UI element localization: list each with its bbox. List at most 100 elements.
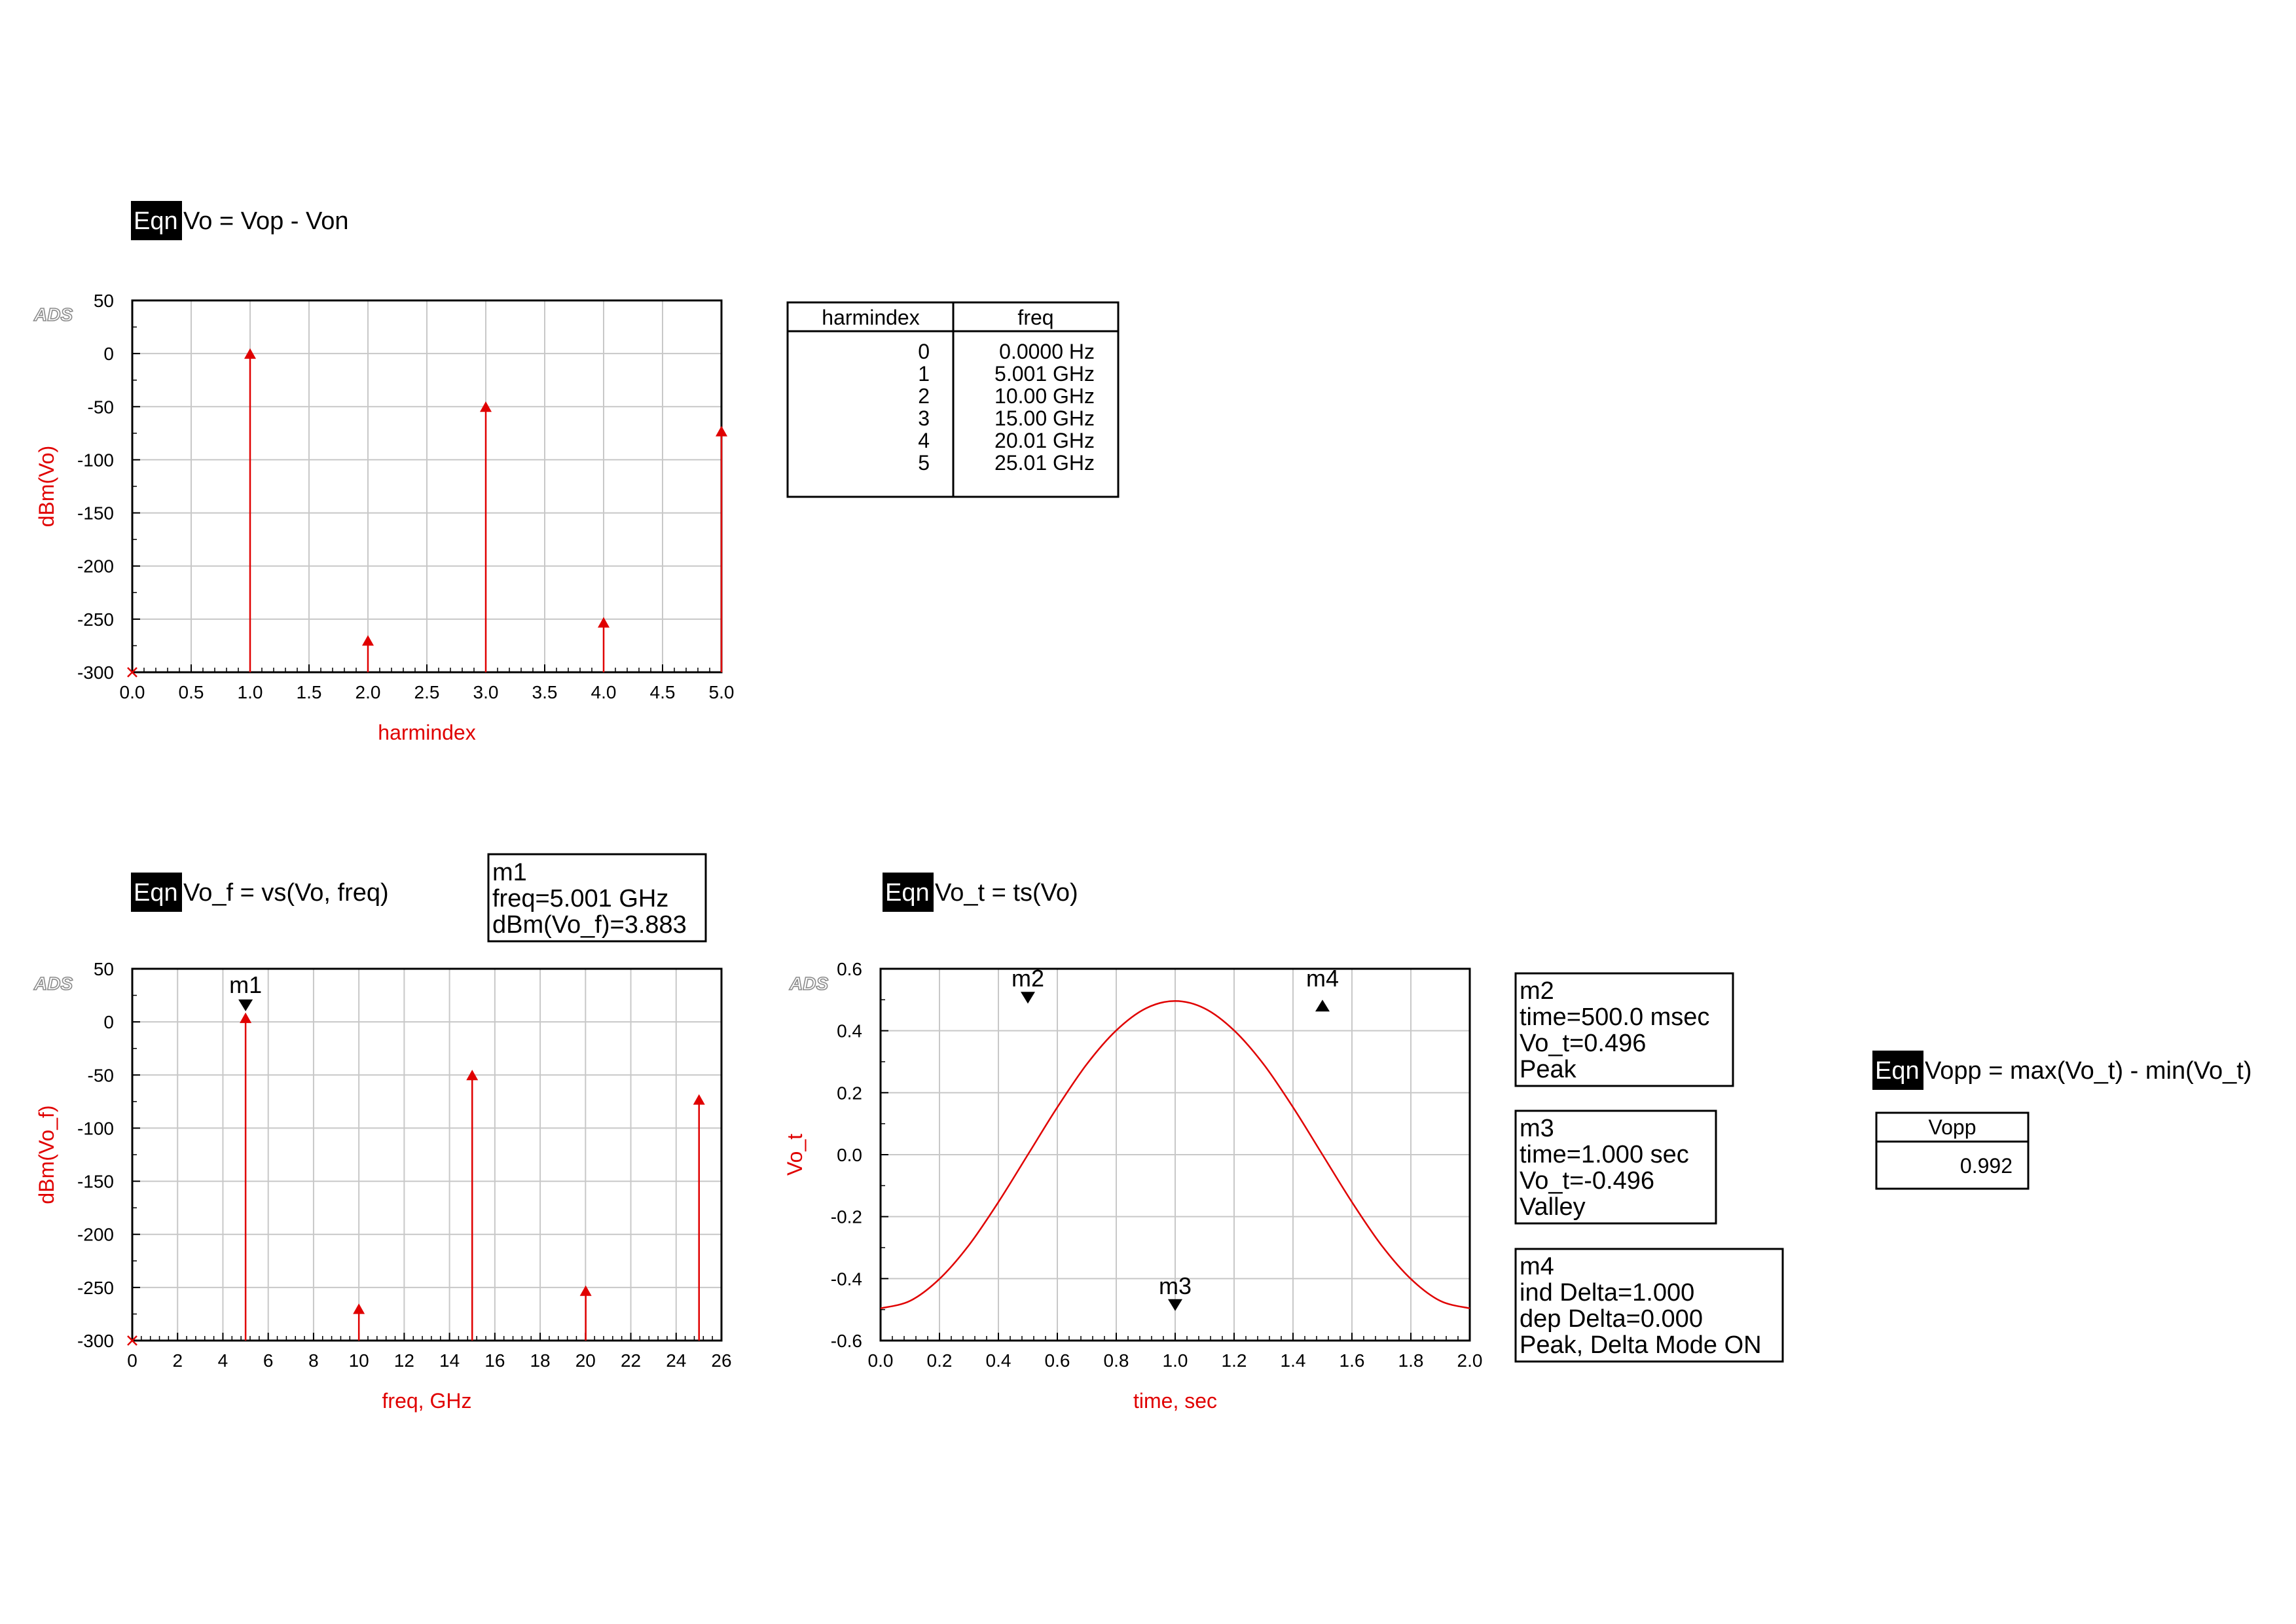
data-point (693, 1094, 705, 1105)
x-tick-label: 0.0 (868, 1350, 894, 1371)
x-tick-label: 3.0 (473, 682, 499, 702)
table-cell-harmindex: 5 (918, 451, 930, 475)
equation-vo-f[interactable]: Eqn Vo_f = vs(Vo, freq) (131, 873, 389, 912)
x-tick-label: 24 (666, 1350, 686, 1371)
x-tick-label: 20 (575, 1350, 596, 1371)
y-tick-label: -100 (77, 1118, 114, 1138)
marker-line: freq=5.001 GHz (492, 885, 668, 912)
table-cell-freq: 0.0000 Hz (999, 340, 1095, 363)
y-tick-label: -300 (77, 662, 114, 683)
x-tick-label: 0.2 (927, 1350, 953, 1371)
y-tick-label: -200 (77, 1225, 114, 1245)
marker-line: m1 (492, 859, 527, 886)
y-tick-label: 50 (94, 291, 114, 311)
display-page: Eqn Vo = Vop - Von Eqn Vo_f = vs(Vo, fre… (33, 201, 2252, 1413)
table-cell-freq: 5.001 GHz (994, 362, 1095, 386)
x-axis-label: harmindex (378, 721, 475, 744)
x-tick-label: 1.0 (1163, 1350, 1188, 1371)
marker-line: m3 (1520, 1115, 1554, 1142)
x-tick-label: 1.4 (1281, 1350, 1306, 1371)
y-tick-label: 0.4 (837, 1021, 862, 1041)
y-tick-label: -200 (77, 556, 114, 577)
x-tick-label: 0.4 (986, 1350, 1011, 1371)
table-cell-harmindex: 4 (918, 429, 930, 452)
marker-line: m4 (1520, 1253, 1554, 1280)
x-tick-label: 2 (172, 1350, 183, 1371)
marker-box-m3[interactable]: m3 time=1.000 sec Vo_t=-0.496 Valley (1514, 1110, 1717, 1225)
x-tick-label: 4.5 (650, 682, 676, 702)
x-tick-label: 26 (711, 1350, 731, 1371)
y-tick-label: 0.6 (837, 959, 862, 979)
data-point (716, 425, 727, 437)
equation-vo-t[interactable]: Eqn Vo_t = ts(Vo) (883, 873, 1078, 912)
vopp-value: 0.992 (1960, 1154, 2013, 1178)
chart-freq-spectrum[interactable]: 0 2 4 6 8 10 12 14 16 18 20 22 24 26500-50-100-150-20… (35, 959, 732, 1413)
x-axis-label: freq, GHz (382, 1389, 472, 1413)
marker-label-m2: m2 (1011, 965, 1044, 992)
marker-label-m3: m3 (1159, 1272, 1192, 1299)
marker-box-m4[interactable]: m4 ind Delta=1.000 dep Delta=0.000 Peak,… (1514, 1248, 1784, 1363)
marker-line: time=500.0 msec (1520, 1003, 1709, 1031)
equation-text: Vo_f = vs(Vo, freq) (183, 879, 389, 907)
y-tick-label: 0 (103, 344, 114, 364)
x-tick-label: 22 (621, 1350, 641, 1371)
chart-harmindex-spectrum[interactable]: 0.0 0.5 1.0 1.5 2.0 2.5 3.0 3.5 4.0 4.5 5.0 50 0 -50 -… (35, 291, 734, 744)
x-tick-label: 0.6 (1045, 1350, 1070, 1371)
equation-vo[interactable]: Eqn Vo = Vop - Von (131, 201, 349, 240)
x-tick-label: 0 (127, 1350, 137, 1371)
plot-frame (131, 967, 723, 1342)
marker-triangle-m4 (1315, 1000, 1330, 1012)
y-tick-label: -50 (88, 397, 114, 417)
x-tick-label: 5.0 (709, 682, 735, 702)
marker-triangle-m1 (238, 999, 253, 1011)
marker-label-m1: m1 (229, 971, 262, 998)
marker-line: dBm(Vo_f)=3.883 (492, 911, 687, 939)
eqn-badge-label: Eqn (134, 879, 178, 907)
equation-text: Vo = Vop - Von (183, 208, 349, 235)
marker-line: dep Delta=0.000 (1520, 1305, 1703, 1333)
y-axis-label: dBm(Vo) (35, 446, 58, 527)
vopp-table: Vopp 0.992 (1875, 1111, 2030, 1190)
marker-box-m2[interactable]: m2 time=500.0 msec Vo_t=0.496 Peak (1514, 972, 1734, 1087)
eqn-badge-label: Eqn (885, 879, 930, 907)
table-cell-harmindex: 2 (918, 384, 930, 408)
y-axis-label: dBm(Vo_f) (35, 1105, 58, 1204)
x-tick-label: 4.0 (591, 682, 617, 702)
x-tick-label: 3.5 (532, 682, 558, 702)
x-tick-label: 12 (394, 1350, 414, 1371)
marker-box-m1[interactable]: m1 freq=5.001 GHz dBm(Vo_f)=3.883 (487, 853, 707, 943)
marker-triangle-m3 (1168, 1299, 1182, 1311)
table-cell-harmindex: 1 (918, 362, 930, 386)
y-tick-label: 50 (94, 959, 114, 979)
data-point (362, 635, 374, 646)
x-tick-label: 1.8 (1398, 1350, 1424, 1371)
marker-line: Vo_t=0.496 (1520, 1030, 1646, 1057)
y-tick-label: -150 (77, 503, 114, 524)
x-tick-label: 4 (218, 1350, 228, 1371)
table-header-harmindex: harmindex (822, 306, 919, 329)
table-header-freq: freq (1017, 306, 1053, 329)
marker-line: ind Delta=1.000 (1520, 1279, 1694, 1307)
ads-logo: ADS (789, 973, 828, 994)
y-tick-label: -0.2 (831, 1207, 862, 1227)
y-tick-label: -150 (77, 1172, 114, 1192)
data-point (240, 1012, 252, 1023)
x-tick-label: 2.5 (414, 682, 440, 702)
y-tick-label: -0.4 (831, 1269, 862, 1289)
x-tick-label: 18 (530, 1350, 550, 1371)
equation-vopp[interactable]: Eqn Vopp = max(Vo_t) - min(Vo_t) (1872, 1051, 2252, 1090)
marker-label-m4: m4 (1306, 965, 1339, 992)
chart-time-waveform[interactable]: 0.0 0.2 0.4 0.6 0.8 1.0 1.2 1.4 1.6 1.8 2.0 0.6 0.4 0… (783, 959, 1482, 1413)
y-tick-label: -300 (77, 1331, 114, 1351)
ads-logo: ADS (33, 304, 73, 325)
y-tick-label: 0.0 (837, 1145, 862, 1165)
x-tick-label: 6 (263, 1350, 274, 1371)
x-tick-label: 0.5 (179, 682, 204, 702)
x-tick-label: 2.0 (355, 682, 381, 702)
eqn-badge-label: Eqn (1875, 1057, 1920, 1085)
x-tick-label: 1.6 (1339, 1350, 1365, 1371)
x-tick-label: 0.8 (1104, 1350, 1129, 1371)
table-cell-harmindex: 3 (918, 406, 930, 430)
table-cell-freq: 20.01 GHz (994, 429, 1095, 452)
x-tick-label: 16 (484, 1350, 505, 1371)
